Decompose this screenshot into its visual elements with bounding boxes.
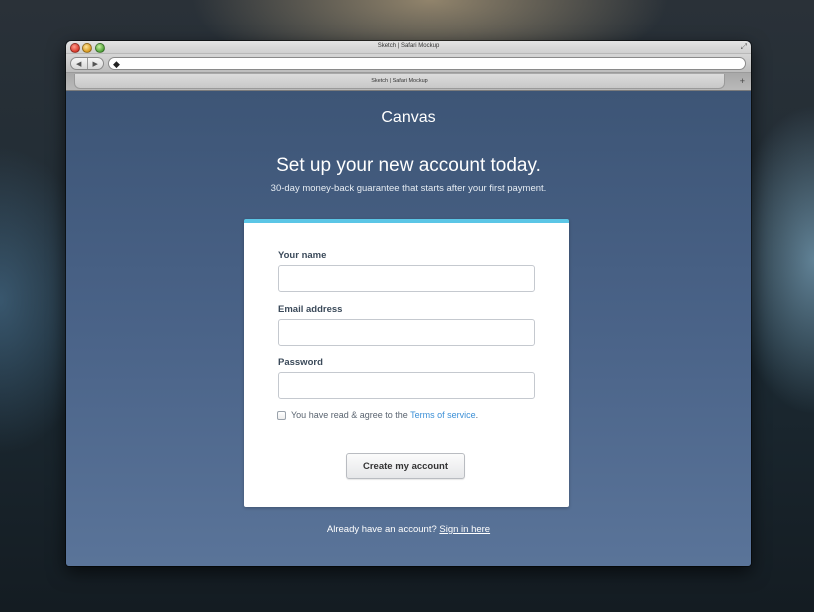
password-label: Password <box>278 357 323 368</box>
signup-form-card: Your name Email address Password You hav… <box>244 219 569 507</box>
terms-agreement-text: You have read & agree to the Terms of se… <box>291 410 478 420</box>
email-input[interactable] <box>278 319 535 346</box>
terms-agreement-suffix: . <box>475 410 479 420</box>
signin-prompt: Already have an account? Sign in here <box>66 524 751 535</box>
signin-prompt-text: Already have an account? <box>326 524 440 535</box>
page-subheadline: 30-day money-back guarantee that starts … <box>270 183 547 194</box>
password-input[interactable] <box>278 372 535 399</box>
fullscreen-icon[interactable]: ⤢ <box>741 43 747 51</box>
forward-button[interactable]: ▶ <box>88 58 104 69</box>
title-bar: Sketch | Safari Mockup ⤢ <box>66 41 751 54</box>
name-input[interactable] <box>278 265 535 292</box>
create-account-button[interactable]: Create my account <box>346 453 465 479</box>
tab-bar: Sketch | Safari Mockup + <box>66 73 751 91</box>
terms-of-service-link[interactable]: Terms of service <box>410 410 476 420</box>
browser-toolbar: ◀ ▶ ◆ <box>66 54 751 73</box>
browser-window: Sketch | Safari Mockup ⤢ ◀ ▶ ◆ Sketch | … <box>66 41 751 566</box>
terms-agreement-prefix: You have read & agree to the <box>291 410 411 420</box>
brand-logo[interactable]: Canvas <box>66 109 751 127</box>
terms-agreement-row: You have read & agree to the Terms of se… <box>277 410 478 420</box>
site-favicon-icon: ◆ <box>113 59 120 69</box>
terms-checkbox[interactable] <box>277 410 286 420</box>
new-tab-button[interactable]: + <box>740 76 745 86</box>
navigation-buttons: ◀ ▶ <box>70 57 104 70</box>
window-title: Sketch | Safari Mockup <box>377 43 440 49</box>
signin-link[interactable]: Sign in here <box>439 524 490 535</box>
address-bar[interactable]: ◆ <box>108 57 746 70</box>
page-content: Canvas Set up your new account today. 30… <box>66 91 751 566</box>
email-label: Email address <box>278 304 343 315</box>
back-button[interactable]: ◀ <box>71 58 88 69</box>
page-headline: Set up your new account today. <box>276 155 541 176</box>
active-tab[interactable]: Sketch | Safari Mockup <box>74 74 725 89</box>
name-label: Your name <box>278 250 327 261</box>
